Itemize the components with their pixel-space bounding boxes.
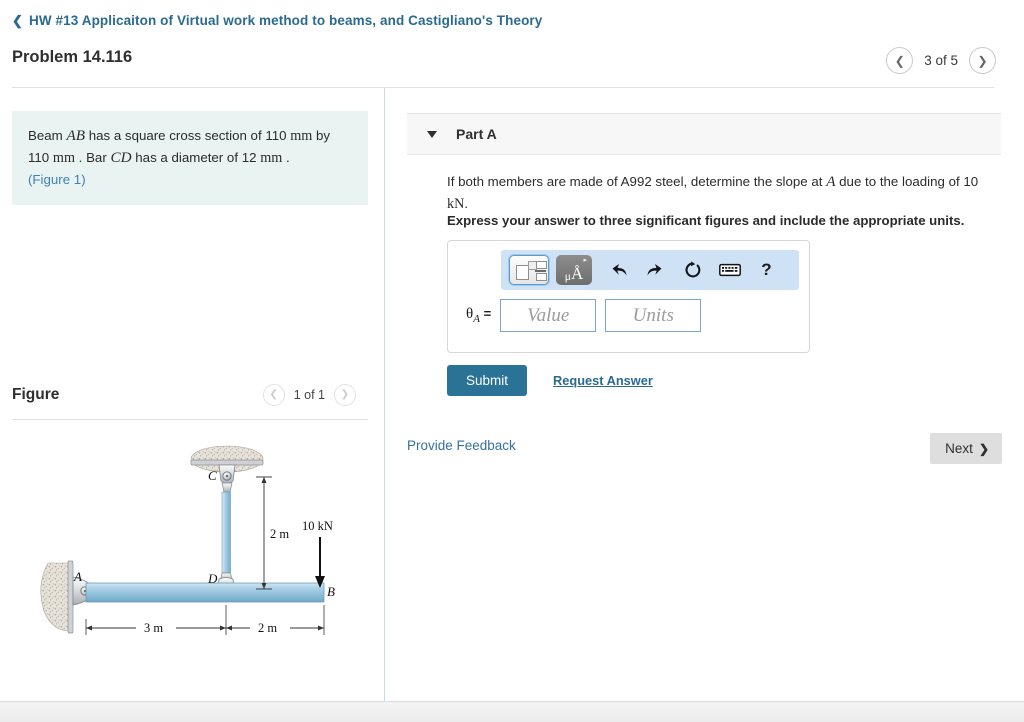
submit-row: Submit Request Answer <box>447 365 653 396</box>
help-question-icon[interactable]: ? <box>748 255 785 285</box>
part-a-header[interactable]: Part A <box>407 113 1001 155</box>
statement-var-cd: CD <box>110 149 132 167</box>
chevron-left-icon: ❮ <box>12 12 23 28</box>
next-button-label: Next <box>945 441 973 456</box>
svg-text:A: A <box>73 569 82 584</box>
question-text: If both members are made of A992 steel, … <box>447 171 982 215</box>
figure-pager: ❮ 1 of 1 ❯ <box>262 384 356 406</box>
statement-var-ab: AB <box>66 127 85 144</box>
reset-glyph <box>685 260 701 277</box>
units-tick-mark: ▸ <box>583 257 587 264</box>
right-column: Part A If both members are made of A992 … <box>385 88 1024 701</box>
figure-section-label: Figure <box>12 386 60 403</box>
units-input[interactable] <box>605 299 702 332</box>
theta-subscript: A <box>473 313 480 325</box>
question-unit-kn: kN <box>447 195 465 212</box>
statement-text-2: has a square cross section of 110 <box>85 128 291 143</box>
svg-text:D: D <box>207 571 218 586</box>
micro-angstrom-units-icon[interactable]: ▸ μÅ <box>556 255 592 285</box>
units-angstrom-label: Å <box>570 264 584 283</box>
next-button[interactable]: Next ❯ <box>930 433 1002 464</box>
redo-arrow-icon[interactable] <box>637 255 674 285</box>
page-title: Problem 14.116 <box>12 48 133 66</box>
submit-button[interactable]: Submit <box>447 365 528 396</box>
problem-prev-button[interactable]: ❮ <box>886 47 914 74</box>
question-text-1: If both members are made of A992 steel, … <box>447 174 827 189</box>
value-input[interactable] <box>500 299 597 332</box>
problem-header: Problem 14.116 ❮ 3 of 5 ❯ <box>0 40 1024 88</box>
statement-text-4: . Bar <box>74 150 111 166</box>
part-a-title: Part A <box>456 126 497 142</box>
redo-glyph <box>647 263 662 275</box>
equals-sign: = <box>483 306 492 321</box>
chevron-right-icon: ❯ <box>978 441 989 456</box>
request-answer-link[interactable]: Request Answer <box>553 373 653 388</box>
keyboard-icon[interactable] <box>711 255 748 285</box>
answer-widget: ▸ μÅ ? θA = Value Units <box>447 240 810 353</box>
figure-next-button[interactable]: ❯ <box>334 384 356 406</box>
svg-text:10 kN: 10 kN <box>302 519 333 533</box>
statement-text-6: . <box>282 150 290 166</box>
left-column: Beam AB has a square cross section of 11… <box>0 88 384 701</box>
math-template-icon[interactable] <box>509 255 549 285</box>
statement-unit-mm-3: mm <box>260 150 283 167</box>
page-root: ❮ HW #13 Applicaiton of Virtual work met… <box>0 0 1024 722</box>
math-toolbar: ▸ μÅ ? <box>501 250 799 290</box>
answer-instruction: Express your answer to three significant… <box>447 213 965 228</box>
question-text-2: due to the loading of 10 <box>835 174 979 189</box>
statement-text-5: has a diameter of 12 <box>131 150 261 166</box>
page-footer <box>0 701 1024 722</box>
answer-entry-row: θA = <box>466 299 702 332</box>
question-text-3: . <box>464 195 469 211</box>
problem-statement: Beam AB has a square cross section of 11… <box>12 111 368 206</box>
assignment-back-link[interactable]: ❮ HW #13 Applicaiton of Virtual work met… <box>12 13 542 28</box>
svg-text:C: C <box>208 468 217 483</box>
svg-text:B: B <box>327 584 335 599</box>
beam-diagram-svg: C D A B 10 kN 2 m 3 m 2 m <box>40 445 335 635</box>
template-fraction-bar <box>535 270 546 272</box>
template-box-numerator <box>536 261 547 269</box>
statement-unit-mm-2: mm <box>52 150 75 167</box>
assignment-title: HW #13 Applicaiton of Virtual work metho… <box>29 12 543 28</box>
keyboard-glyph <box>718 263 741 277</box>
caret-down-icon <box>427 130 437 138</box>
undo-arrow-icon[interactable] <box>600 255 637 285</box>
svg-text:3 m: 3 m <box>144 621 163 635</box>
figure-header: Figure ❮ 1 of 1 ❯ <box>12 384 368 418</box>
reset-circular-arrow-icon[interactable] <box>674 255 711 285</box>
problem-next-button[interactable]: ❯ <box>969 47 996 74</box>
theta-a-label: θA = <box>466 306 491 325</box>
problem-pager: ❮ 3 of 5 ❯ <box>886 47 996 74</box>
svg-text:2 m: 2 m <box>270 527 289 541</box>
template-box-denominator <box>536 273 547 281</box>
figure-divider <box>12 419 368 420</box>
figure-reference-link[interactable]: (Figure 1) <box>28 172 86 187</box>
figure-prev-button[interactable]: ❮ <box>262 384 285 406</box>
help-label: ? <box>761 260 772 279</box>
undo-glyph <box>612 263 627 275</box>
problem-pager-text: 3 of 5 <box>924 53 958 68</box>
statement-unit-mm-1: mm <box>290 128 313 144</box>
provide-feedback-link[interactable]: Provide Feedback <box>407 438 516 453</box>
figure-pager-text: 1 of 1 <box>293 388 325 402</box>
figure-diagram[interactable]: C D A B 10 kN 2 m 3 m 2 m <box>12 433 370 683</box>
assignment-bar: ❮ HW #13 Applicaiton of Virtual work met… <box>0 0 1024 40</box>
statement-text-1: Beam <box>28 128 67 143</box>
svg-text:2 m: 2 m <box>258 621 277 635</box>
units-mu-label: μ <box>564 270 571 283</box>
